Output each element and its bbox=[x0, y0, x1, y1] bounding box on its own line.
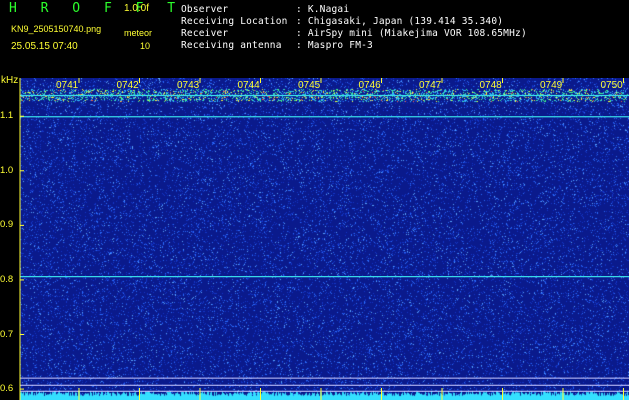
x-tick-label: 0750 bbox=[600, 80, 623, 91]
y-tick-label: 0.6 bbox=[0, 383, 14, 395]
y-tick-label: 1.1 bbox=[0, 110, 14, 122]
x-tick-label: 0743 bbox=[177, 80, 200, 91]
x-tick-label: 0744 bbox=[237, 80, 260, 91]
x-tick-label: 0747 bbox=[419, 80, 442, 91]
y-tick-label: 0.7 bbox=[0, 328, 14, 340]
x-tick-label: 0748 bbox=[479, 80, 502, 91]
y-tick-label: 1.0 bbox=[0, 164, 14, 176]
x-tick-label: 0745 bbox=[298, 80, 321, 91]
x-tick-label: 0749 bbox=[540, 80, 563, 91]
y-tick-label: 0.8 bbox=[0, 273, 14, 285]
x-tick-label: 0741 bbox=[56, 80, 79, 91]
x-tick-label: 0746 bbox=[358, 80, 381, 91]
spectrogram-overlay bbox=[19, 78, 629, 400]
x-tick-label: 0742 bbox=[116, 80, 139, 91]
y-tick-label: 0.9 bbox=[0, 219, 14, 231]
